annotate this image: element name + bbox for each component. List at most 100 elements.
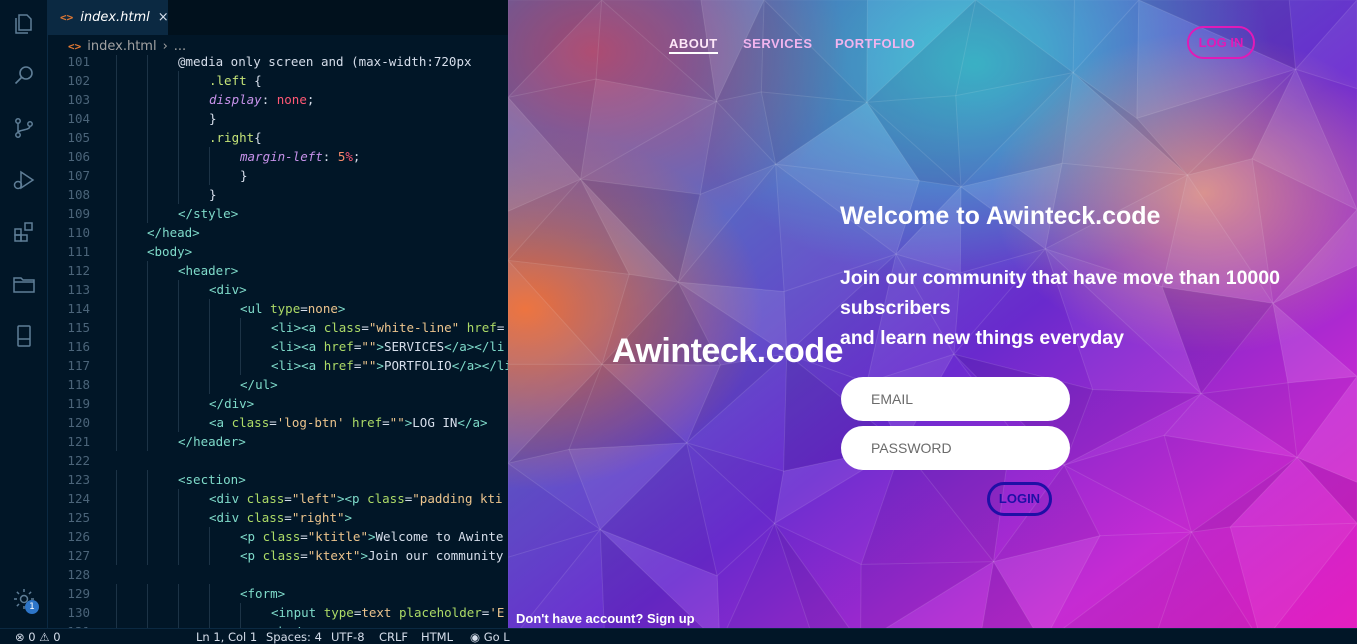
line-number: 106 — [67, 149, 90, 164]
cursor-position[interactable]: Ln 1, Col 1 — [196, 630, 257, 644]
signup-link[interactable]: Don't have account? Sign up — [516, 611, 695, 626]
code-line[interactable]: 122 — [48, 451, 508, 470]
tab-label: index.html — [80, 10, 150, 25]
device-icon[interactable] — [12, 324, 36, 348]
code-line[interactable]: 118 </ul> — [48, 375, 508, 394]
code-line[interactable]: 101 @media only screen and (max-width:720… — [48, 55, 508, 71]
indent-guide — [240, 356, 241, 375]
code-line[interactable]: 103 display: none; — [48, 90, 508, 109]
code-line[interactable]: 107} — [48, 166, 508, 185]
code-line[interactable]: 106 margin-left: 5%; — [48, 147, 508, 166]
extensions-icon[interactable] — [12, 220, 36, 244]
indent-guide — [209, 527, 210, 546]
go-live-button[interactable]: ◉ Go L — [470, 630, 510, 644]
code-line[interactable]: 112 <header> — [48, 261, 508, 280]
code-line[interactable]: 123 <section> — [48, 470, 508, 489]
indent-guide — [116, 299, 117, 318]
code-line[interactable]: 114 <ul type=none> — [48, 299, 508, 318]
indent-guide — [178, 71, 179, 90]
problems-indicator[interactable]: ⊗ 0 ⚠ 0 — [15, 630, 61, 644]
code-line[interactable]: 102 .left { — [48, 71, 508, 90]
indent-guide — [178, 356, 179, 375]
search-icon[interactable] — [12, 63, 36, 87]
indentation[interactable]: Spaces: 4 — [266, 630, 322, 644]
code-line[interactable]: 109 </style> — [48, 204, 508, 223]
code-text: } — [209, 187, 217, 202]
indent-guide — [116, 375, 117, 394]
close-icon[interactable]: × — [158, 10, 169, 25]
indent-guide — [116, 508, 117, 527]
warning-icon: ⚠ — [39, 630, 50, 644]
line-number: 113 — [67, 282, 90, 297]
breadcrumb-file[interactable]: index.html — [87, 39, 156, 54]
line-ending[interactable]: CRLF — [379, 630, 408, 644]
indent-guide — [147, 299, 148, 318]
password-field[interactable] — [841, 426, 1070, 470]
breadcrumb-ellipsis[interactable]: ... — [174, 39, 186, 54]
indent-guide — [147, 603, 148, 622]
email-field[interactable] — [841, 377, 1070, 421]
nav-portfolio-link[interactable]: PORTFOLIO — [835, 36, 915, 51]
indent-guide — [209, 318, 210, 337]
code-text: <li><a href="">SERVICES</a></li — [271, 339, 505, 354]
nav-about-link[interactable]: ABOUT — [669, 36, 718, 54]
indent-guide — [147, 280, 148, 299]
explorer-icon[interactable] — [12, 12, 36, 36]
code-line[interactable]: 130 <input type=text placeholder='E — [48, 603, 508, 622]
indent-guide — [116, 55, 117, 71]
log-in-button[interactable]: LOG IN — [1187, 26, 1255, 59]
indent-guide — [178, 280, 179, 299]
language-mode[interactable]: HTML — [421, 630, 453, 644]
indent-guide — [178, 318, 179, 337]
line-number: 125 — [67, 510, 90, 525]
line-number: 127 — [67, 548, 90, 563]
nav-services-link[interactable]: SERVICES — [743, 36, 813, 51]
run-debug-icon[interactable] — [12, 168, 36, 192]
indent-guide — [178, 147, 179, 166]
code-line[interactable]: 128 — [48, 565, 508, 584]
indent-guide — [116, 204, 117, 223]
indent-guide — [116, 318, 117, 337]
source-control-icon[interactable] — [12, 116, 36, 140]
code-line[interactable]: 113 <div> — [48, 280, 508, 299]
line-number: 123 — [67, 472, 90, 487]
warning-count: 0 — [53, 630, 61, 644]
code-line[interactable]: 115 <li><a class="white-line" href= — [48, 318, 508, 337]
encoding[interactable]: UTF-8 — [331, 630, 365, 644]
code-editor[interactable]: 101 @media only screen and (max-width:720… — [48, 55, 508, 628]
folders-icon[interactable] — [12, 272, 36, 296]
code-line[interactable]: 125 <div class="right"> — [48, 508, 508, 527]
code-line[interactable]: 120 <a class='log-btn' href="">LOG IN</a> — [48, 413, 508, 432]
line-number: 109 — [67, 206, 90, 221]
indent-guide — [116, 242, 117, 261]
login-button[interactable]: LOGIN — [987, 482, 1052, 516]
code-line[interactable]: 121 </header> — [48, 432, 508, 451]
code-line[interactable]: 116 <li><a href="">SERVICES</a></li — [48, 337, 508, 356]
code-line[interactable]: 117 <li><a href="">PORTFOLIO</a></li — [48, 356, 508, 375]
indent-guide — [116, 109, 117, 128]
code-text: </div> — [209, 396, 255, 411]
code-line[interactable]: 108} — [48, 185, 508, 204]
line-number: 129 — [67, 586, 90, 601]
code-line[interactable]: 110 </head> — [48, 223, 508, 242]
line-number: 116 — [67, 339, 90, 354]
code-text: } — [209, 111, 217, 126]
error-icon: ⊗ — [15, 630, 25, 644]
indent-guide — [178, 90, 179, 109]
code-line[interactable]: 127 <p class="ktext">Join our community — [48, 546, 508, 565]
code-line[interactable]: 126 <p class="ktitle">Welcome to Awinte — [48, 527, 508, 546]
code-line[interactable]: 129 <form> — [48, 584, 508, 603]
breadcrumb-separator: › — [162, 38, 168, 54]
indent-guide — [178, 603, 179, 622]
code-text: <li><a href="">PORTFOLIO</a></li — [271, 358, 508, 373]
tab-index-html[interactable]: <> index.html × — [48, 0, 169, 35]
code-line[interactable]: 104} — [48, 109, 508, 128]
indent-guide — [147, 375, 148, 394]
indent-guide — [116, 489, 117, 508]
code-line[interactable]: 111 <body> — [48, 242, 508, 261]
code-line[interactable]: 105 .right{ — [48, 128, 508, 147]
indent-guide — [240, 337, 241, 356]
code-line[interactable]: 124 <div class="left"><p class="padding k… — [48, 489, 508, 508]
code-line[interactable]: 119 </div> — [48, 394, 508, 413]
code-text: display: none; — [209, 92, 315, 107]
